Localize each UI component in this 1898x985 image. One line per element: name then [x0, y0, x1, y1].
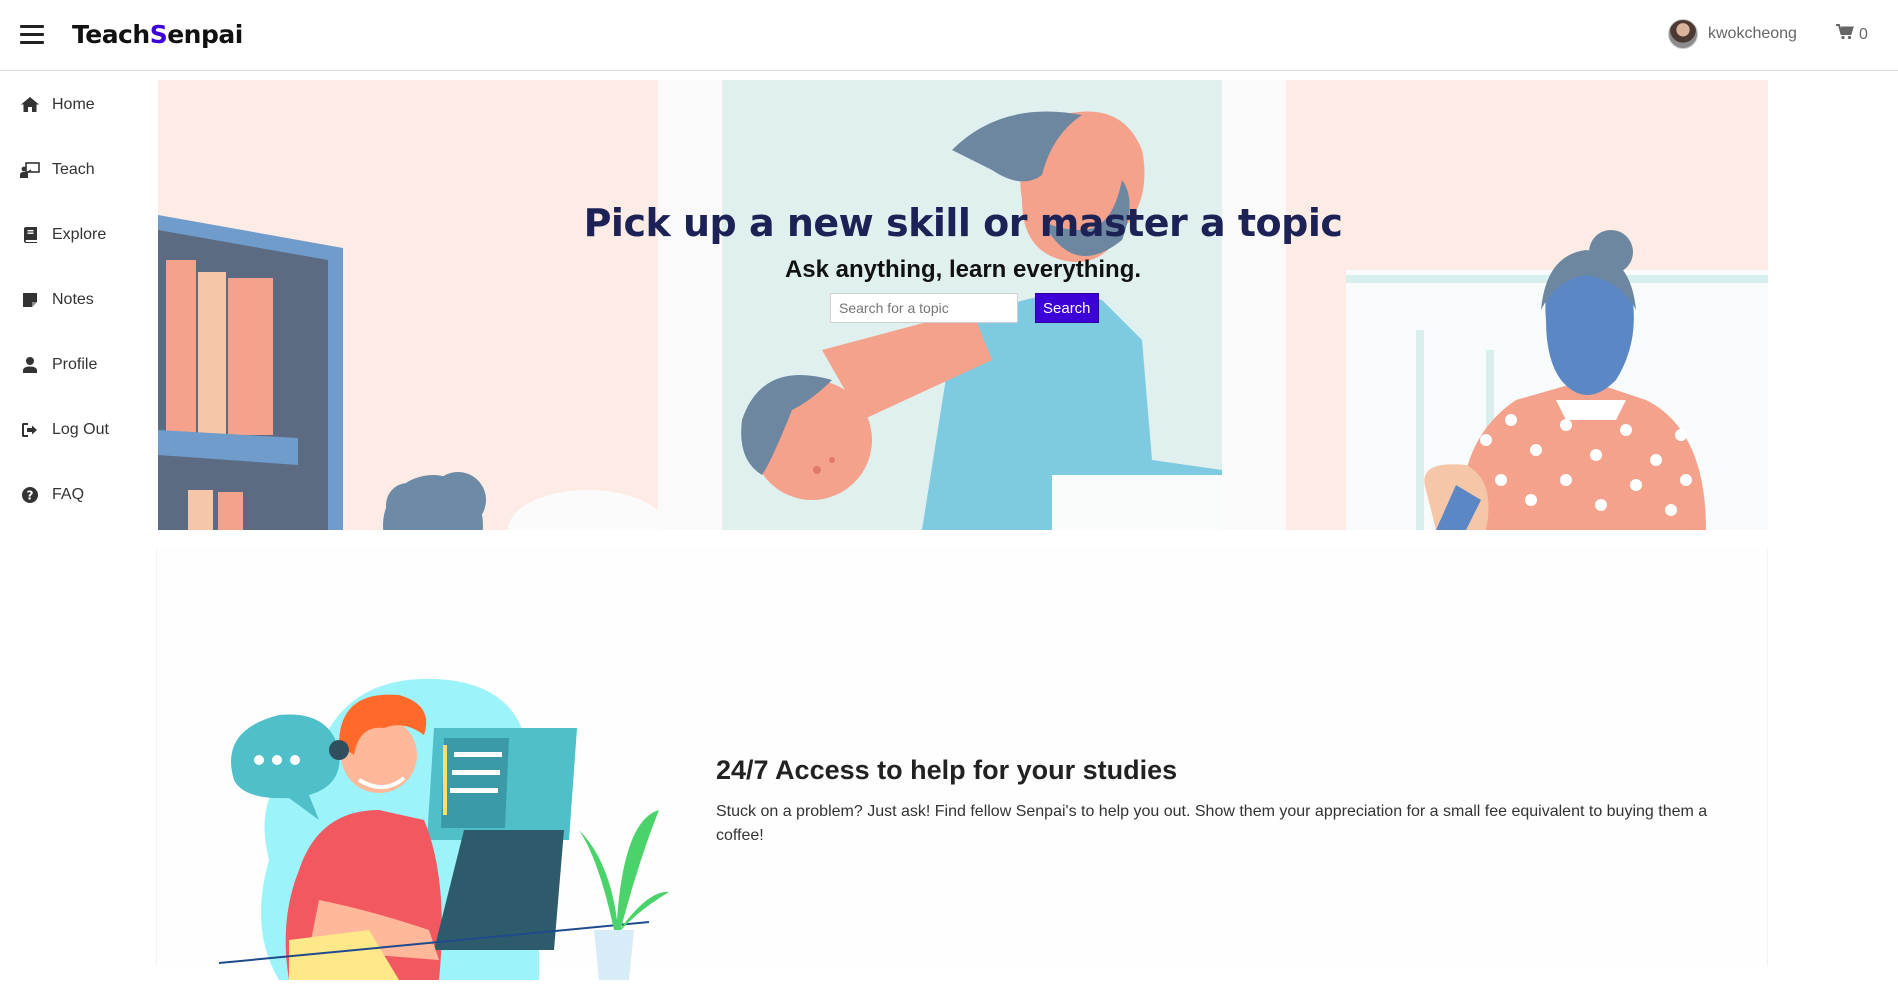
hero-title: Pick up a new skill or master a topic [583, 201, 1343, 245]
sidebar-item-teach[interactable]: Teach [0, 137, 150, 202]
cart-count: 0 [1859, 25, 1868, 43]
topic-search-input[interactable] [830, 293, 1018, 323]
hamburger-menu-icon[interactable] [20, 25, 44, 45]
hero-search: Search [830, 293, 1099, 323]
username: kwokcheong [1708, 25, 1797, 42]
note-icon [20, 290, 40, 310]
sidebar-item-label: Notes [52, 290, 94, 308]
book-icon [20, 225, 40, 245]
sidebar-item-label: FAQ [52, 485, 85, 503]
teach-icon [20, 160, 40, 180]
sidebar-item-explore[interactable]: Explore [0, 202, 150, 267]
hero-content: Pick up a new skill or master a topic As… [158, 80, 1768, 530]
brand-highlight: S [149, 20, 168, 49]
feature-section: 24/7 Access to help for your studies Stu… [156, 548, 1768, 980]
sidebar-item-profile[interactable]: Profile [0, 332, 150, 397]
sidebar-item-label: Profile [52, 355, 98, 373]
sidebar-item-label: Log Out [52, 420, 109, 438]
sidebar-item-faq[interactable]: ? FAQ [0, 462, 150, 527]
hero-subtitle: Ask anything, learn everything. [784, 256, 1142, 283]
shopping-cart-icon [1836, 24, 1854, 45]
avatar [1668, 19, 1698, 49]
sidebar-item-label: Home [52, 95, 95, 113]
sidebar-item-notes[interactable]: Notes [0, 267, 150, 332]
sidebar-item-home[interactable]: Home [0, 72, 150, 137]
brand-logo[interactable]: TeachSenpai [72, 20, 243, 49]
home-icon [20, 95, 40, 115]
search-button[interactable]: Search [1035, 293, 1099, 323]
feature-description: Stuck on a problem? Just ask! Find fello… [716, 803, 1708, 844]
feature-title: 24/7 Access to help for your studies [716, 755, 1178, 785]
brand-suffix: enpai [167, 20, 243, 49]
cart-button[interactable]: 0 [1836, 24, 1868, 45]
brand-prefix: Teach [72, 20, 150, 49]
sign-out-icon [20, 420, 40, 440]
sidebar-item-label: Teach [52, 160, 95, 178]
question-circle-icon: ? [20, 485, 40, 505]
sidebar: Home Teach Explore Notes Profile Log Out… [0, 72, 150, 527]
sidebar-item-label: Explore [52, 225, 107, 243]
user-menu[interactable]: kwokcheong [1668, 19, 1797, 49]
svg-text:?: ? [27, 488, 34, 502]
top-navbar: TeachSenpai kwokcheong 0 [0, 0, 1898, 71]
sidebar-item-logout[interactable]: Log Out [0, 397, 150, 462]
user-icon [20, 355, 40, 375]
